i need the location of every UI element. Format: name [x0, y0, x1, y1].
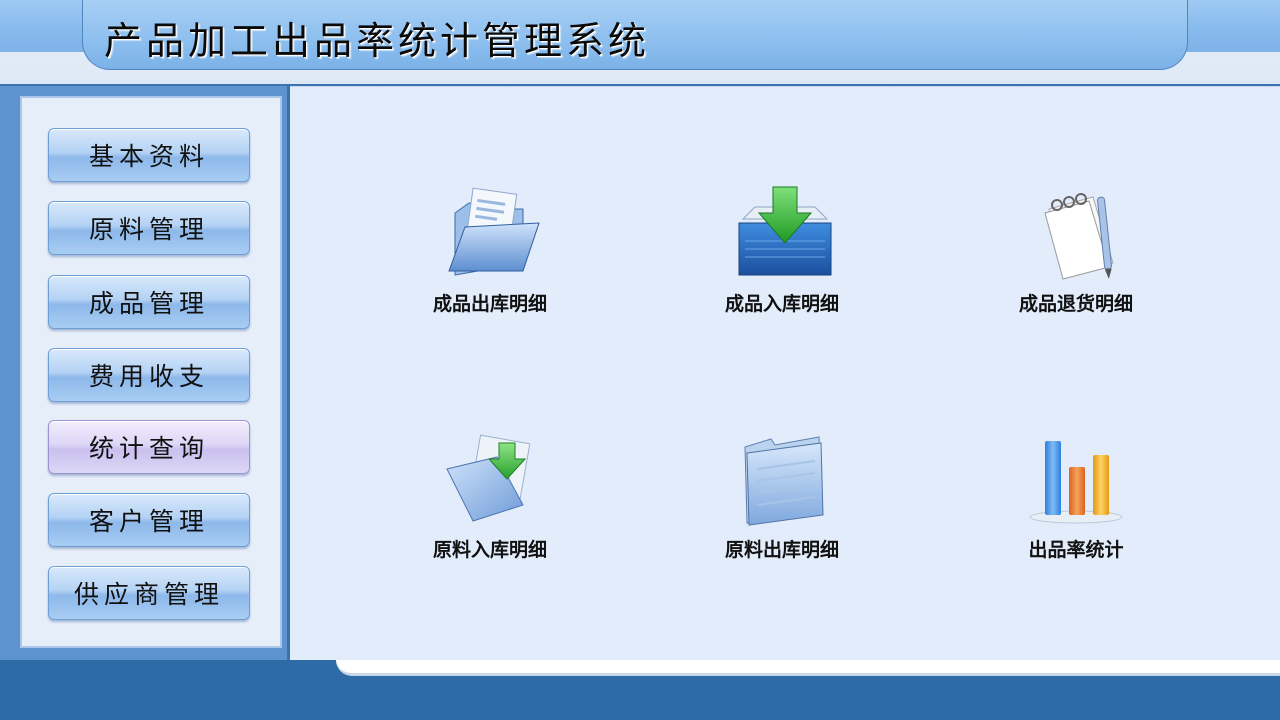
- main-panel: 成品出库明细 成品入库明细 成品退货明细 原料入库明细 原料出库明细 出品率统计: [290, 86, 1280, 660]
- tile-finished-outbound[interactable]: 成品出库明细: [380, 183, 600, 333]
- tile-label: 成品出库明细: [432, 293, 547, 315]
- open-folder-documents-icon: [448, 187, 540, 276]
- tile-raw-inbound[interactable]: 原料入库明细: [380, 429, 600, 579]
- nav-raw-material-button[interactable]: 原料管理: [48, 201, 250, 255]
- app-footer: [0, 660, 1280, 720]
- nav-expenses-button[interactable]: 费用收支: [48, 348, 250, 402]
- blue-folder-icon: [744, 436, 824, 526]
- tile-yield-statistics[interactable]: 出品率统计: [966, 429, 1186, 579]
- tile-label: 原料入库明细: [432, 539, 547, 561]
- footer-tab: [336, 660, 1280, 676]
- tile-raw-outbound[interactable]: 原料出库明细: [672, 429, 892, 579]
- nav-statistics-query-button[interactable]: 统计查询: [48, 420, 250, 474]
- inbox-download-arrow-icon: [738, 186, 832, 276]
- sidebar-frame: 基本资料 原料管理 成品管理 费用收支 统计查询 客户管理 供应商管理: [0, 86, 290, 660]
- nav-customer-button[interactable]: 客户管理: [48, 493, 250, 547]
- tile-label: 成品退货明细: [1018, 293, 1133, 315]
- notepad-pen-icon: [1044, 193, 1114, 280]
- tile-finished-returns[interactable]: 成品退货明细: [966, 183, 1186, 333]
- nav-basic-info-button[interactable]: 基本资料: [48, 128, 250, 182]
- sidebar-nav: 基本资料 原料管理 成品管理 费用收支 统计查询 客户管理 供应商管理: [20, 96, 282, 648]
- tile-finished-inbound[interactable]: 成品入库明细: [672, 183, 892, 333]
- documents-download-arrow-icon: [446, 434, 531, 522]
- tile-label: 成品入库明细: [724, 293, 839, 315]
- nav-supplier-button[interactable]: 供应商管理: [48, 566, 250, 620]
- bar-chart-icon: [1029, 441, 1123, 524]
- tile-label: 原料出库明细: [724, 539, 839, 561]
- tile-label: 出品率统计: [1028, 539, 1124, 561]
- app-header: 产品加工出品率统计管理系统: [0, 0, 1280, 86]
- nav-finished-goods-button[interactable]: 成品管理: [48, 275, 250, 329]
- app-title: 产品加工出品率统计管理系统: [104, 19, 651, 63]
